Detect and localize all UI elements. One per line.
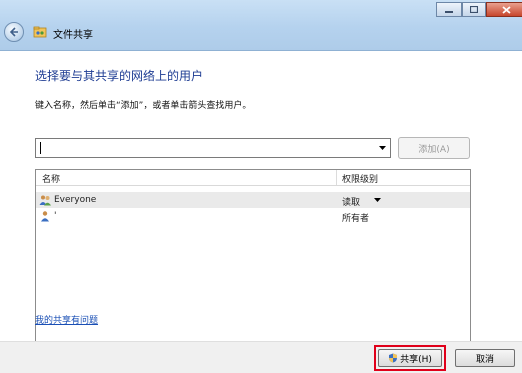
permission-dropdown-icon[interactable] [374,198,381,202]
maximize-icon [470,6,478,13]
shield-icon [389,353,398,363]
window-controls [436,2,522,17]
add-button[interactable]: 添加(A) [398,137,470,159]
dialog-content: 选择要与其共享的网络上的用户 键入名称，然后单击“添加”，或者单击箭头查找用户。… [0,51,522,357]
user-permission-list[interactable]: 名称 权限级别 Everyone 读取 ' 所有者 [35,169,471,357]
group-users-icon [39,195,51,206]
minimize-icon [445,10,453,13]
instruction-text: 键入名称，然后单击“添加”，或者单击箭头查找用户。 [35,101,252,111]
file-share-icon [33,26,47,38]
user-name: ' [54,211,57,221]
user-name-combobox[interactable] [35,138,391,158]
maximize-button[interactable] [462,2,486,17]
back-button[interactable] [4,22,24,42]
dialog-footer: 共享(H) 取消 [0,341,522,373]
user-name: Everyone [54,195,97,205]
page-heading: 选择要与其共享的网络上的用户 [35,69,204,83]
user-icon [41,211,49,222]
back-arrow-icon [9,27,18,37]
close-icon [501,5,511,14]
cancel-button[interactable]: 取消 [455,349,515,367]
text-caret [40,142,41,154]
column-header-permission[interactable]: 权限级别 [342,172,378,185]
close-button[interactable] [486,2,522,17]
list-row-owner[interactable]: ' 所有者 [36,208,470,224]
column-header-name[interactable]: 名称 [42,172,60,185]
permission-level: 所有者 [342,214,370,224]
column-divider [336,170,337,185]
dropdown-arrow-icon[interactable] [379,146,386,150]
share-button-label: 共享(H) [400,354,432,365]
list-header: 名称 权限级别 [36,170,470,186]
sharing-problem-link[interactable]: 我的共享有问题 [35,313,98,326]
window-title: 文件共享 [53,30,93,41]
share-button[interactable]: 共享(H) [378,349,442,367]
permission-level[interactable]: 读取 [342,195,360,208]
minimize-button[interactable] [436,2,462,17]
list-row-everyone[interactable]: Everyone 读取 [36,192,470,208]
title-bar: 文件共享 [0,0,522,51]
